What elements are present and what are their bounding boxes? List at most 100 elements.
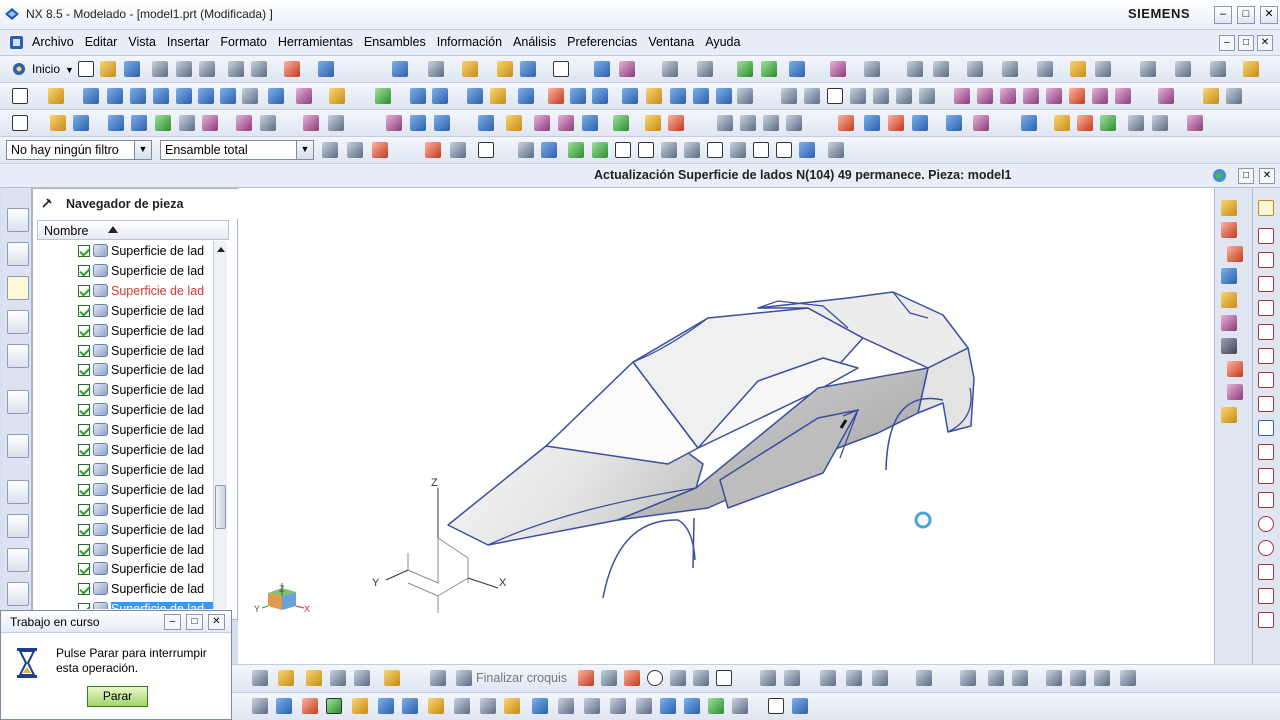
pattern-icon[interactable]	[375, 88, 391, 104]
visibility-checkbox[interactable]	[78, 424, 90, 437]
repeat-command-icon[interactable]	[284, 61, 300, 77]
cube-icon[interactable]	[792, 698, 808, 714]
bridge-curve-icon[interactable]	[1000, 88, 1016, 104]
doc-close-button[interactable]: ✕	[1257, 35, 1273, 51]
boss-icon[interactable]	[153, 88, 169, 104]
frame-icon[interactable]	[553, 61, 569, 77]
visibility-checkbox[interactable]	[78, 364, 90, 377]
system-scenes-tab[interactable]	[7, 548, 29, 572]
section-analysis-icon[interactable]	[786, 115, 802, 131]
gap-icon[interactable]	[1077, 115, 1093, 131]
conic-icon[interactable]	[1258, 324, 1274, 340]
section-icon[interactable]	[619, 61, 635, 77]
command-finder-icon[interactable]	[318, 61, 334, 77]
view-analysis-icon[interactable]	[1221, 407, 1237, 423]
tree-row[interactable]: Superficie de lad	[37, 321, 213, 341]
datum-icon[interactable]	[48, 88, 64, 104]
studio-surface-icon[interactable]	[108, 115, 124, 131]
name-column-header[interactable]: Nombre	[37, 220, 229, 240]
menu-vista[interactable]: Vista	[128, 35, 156, 49]
combine-curve-icon[interactable]	[1069, 88, 1085, 104]
more-analysis-icon[interactable]	[1187, 115, 1203, 131]
trim-curve-icon[interactable]	[1158, 88, 1174, 104]
dialog-close-button[interactable]: ✕	[208, 614, 225, 630]
type-filter-select[interactable]: No hay ningún filtro ▼	[6, 140, 152, 160]
match-edge-icon[interactable]	[434, 115, 450, 131]
chevron-down-icon[interactable]: ▼	[134, 141, 151, 159]
nsided-icon[interactable]	[155, 115, 171, 131]
dimension-icon[interactable]	[864, 61, 880, 77]
distance-icon[interactable]	[946, 115, 962, 131]
roles-tab[interactable]	[7, 514, 29, 538]
snap-intersection-icon[interactable]	[661, 142, 677, 158]
snap-tangent-icon[interactable]	[684, 142, 700, 158]
scroll-thumb[interactable]	[215, 485, 226, 529]
visibility-checkbox[interactable]	[78, 583, 90, 596]
offset-face-icon[interactable]	[613, 115, 629, 131]
routing-icon[interactable]	[378, 698, 394, 714]
scale-icon[interactable]	[570, 88, 586, 104]
doc-restore-button[interactable]: □	[1238, 35, 1254, 51]
text-icon[interactable]	[896, 88, 912, 104]
studio-spline-icon[interactable]	[1258, 300, 1274, 316]
curve-tools-icon[interactable]	[830, 61, 846, 77]
visibility-checkbox[interactable]	[78, 384, 90, 397]
isoparametric-icon[interactable]	[1115, 88, 1131, 104]
sketch-auto-constraint-icon[interactable]	[1070, 670, 1086, 686]
snap-point-on-curve-icon[interactable]	[776, 142, 792, 158]
curvature-comb-icon[interactable]	[740, 115, 756, 131]
tree-row[interactable]: Superficie de lad	[37, 599, 213, 609]
through-curves-icon[interactable]	[12, 115, 28, 131]
redo-icon[interactable]	[251, 61, 267, 77]
snap-enable-icon[interactable]	[568, 142, 584, 158]
sketch-show-icon[interactable]	[1094, 670, 1110, 686]
model-icon[interactable]	[302, 698, 318, 714]
macro-icon[interactable]	[1243, 61, 1259, 77]
blend-icon[interactable]	[268, 88, 284, 104]
flange-icon[interactable]	[558, 115, 574, 131]
process-studio-tab[interactable]	[7, 480, 29, 504]
cam-icon[interactable]	[252, 698, 268, 714]
menu-editar[interactable]: Editar	[85, 35, 118, 49]
stop-button[interactable]: Parar	[87, 686, 148, 707]
plot-icon[interactable]	[636, 698, 652, 714]
box-select-icon[interactable]	[450, 142, 466, 158]
tree-row[interactable]: Superficie de lad	[37, 420, 213, 440]
pad-icon[interactable]	[198, 88, 214, 104]
sketch-plane-icon[interactable]	[252, 670, 268, 686]
tree-row[interactable]: Superficie de lad	[37, 540, 213, 560]
undo-icon[interactable]	[228, 61, 244, 77]
enlarge-icon[interactable]	[506, 115, 522, 131]
circle-icon[interactable]	[967, 61, 983, 77]
ruled-icon[interactable]	[73, 115, 89, 131]
curve-rule-icon[interactable]	[372, 142, 388, 158]
visibility-checkbox[interactable]	[78, 503, 90, 516]
global-shaping-icon[interactable]	[478, 115, 494, 131]
project-curve-icon[interactable]	[954, 88, 970, 104]
check-geometry-icon[interactable]	[1100, 115, 1116, 131]
visibility-checkbox[interactable]	[78, 264, 90, 277]
styled-sweep-icon[interactable]	[260, 115, 276, 131]
line-icon[interactable]	[781, 88, 797, 104]
tree-row[interactable]: Superficie de lad	[37, 460, 213, 480]
redo-list-icon[interactable]	[684, 698, 700, 714]
app-menu-icon[interactable]	[9, 35, 24, 50]
orient-icon[interactable]	[594, 61, 610, 77]
thicken2-icon[interactable]	[645, 115, 661, 131]
system-materials-tab[interactable]	[7, 582, 29, 606]
pocket-icon[interactable]	[176, 88, 192, 104]
view-pan-icon[interactable]	[1221, 268, 1237, 284]
text-shortcut-icon[interactable]	[1258, 612, 1274, 628]
status-close-button[interactable]: ✕	[1259, 168, 1275, 184]
visibility-checkbox[interactable]	[78, 483, 90, 496]
scroll-up-icon[interactable]	[217, 247, 225, 252]
trim-icon[interactable]	[329, 88, 345, 104]
view-wireframe-icon[interactable]	[1227, 361, 1243, 377]
paste-icon[interactable]	[199, 61, 215, 77]
trim-shortcut-icon[interactable]	[1258, 492, 1274, 508]
sketch-line-icon[interactable]	[601, 670, 617, 686]
menu-herramientas[interactable]: Herramientas	[278, 35, 353, 49]
view-fit-icon[interactable]	[1221, 200, 1237, 216]
align-icon[interactable]	[1175, 61, 1191, 77]
tree-row[interactable]: Superficie de lad	[37, 241, 213, 261]
